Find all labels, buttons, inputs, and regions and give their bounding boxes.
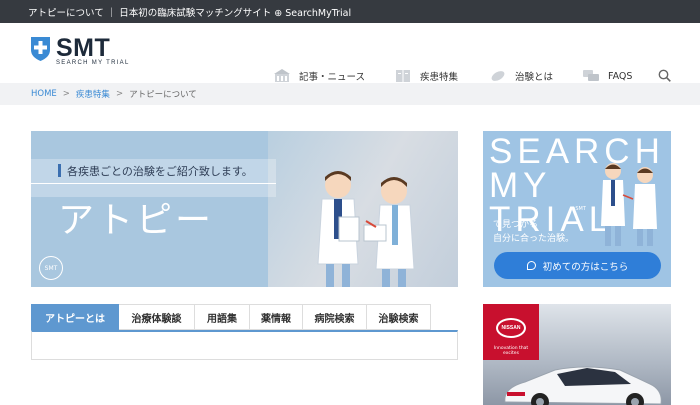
pill-icon bbox=[491, 71, 505, 81]
site-logo[interactable]: SMT SEARCH MY TRIAL bbox=[31, 34, 130, 66]
nav-item-about-trials[interactable]: 治験とは bbox=[490, 69, 553, 83]
doctor-left bbox=[317, 171, 360, 287]
nissan-tagline: Innovation that excites bbox=[493, 346, 529, 356]
car-image bbox=[504, 366, 662, 405]
logo-subtext: SEARCH MY TRIAL bbox=[56, 60, 130, 66]
top-bar-text: アトピーについて ｜ 日本初の臨床試験マッチングサイト ⊕ SearchMyTr… bbox=[28, 7, 352, 19]
building-icon bbox=[274, 69, 290, 82]
nav-item-faqs[interactable]: FAQS bbox=[583, 69, 632, 83]
breadcrumb-separator: > bbox=[62, 89, 70, 99]
hero-badge: SMT bbox=[39, 256, 63, 280]
hero-title: アトピー bbox=[58, 200, 215, 241]
tab-glossary[interactable]: 用語集 bbox=[195, 304, 250, 330]
shield-cross-icon bbox=[31, 37, 50, 61]
search-icon[interactable] bbox=[658, 69, 671, 82]
site-header: SMT SEARCH MY TRIAL 記事・ニュース 疾患特集 治験とは FA… bbox=[0, 23, 700, 83]
hero-subtitle: 各疾患ごとの治験をご紹介致します。 bbox=[67, 165, 253, 178]
hero-divider bbox=[31, 183, 276, 184]
banner-smt-mark: ◎SMT bbox=[571, 206, 586, 212]
tab-hospital-search[interactable]: 病院検索 bbox=[303, 304, 367, 330]
banner-copy-line1: で見つかる bbox=[493, 220, 539, 230]
doctors-illustration bbox=[317, 171, 415, 287]
banner-doctors-illustration bbox=[601, 163, 657, 246]
first-time-button[interactable]: 初めての方はこちら bbox=[494, 252, 661, 279]
nav-item-news[interactable]: 記事・ニュース bbox=[274, 69, 365, 83]
top-bar: アトピーについて ｜ 日本初の臨床試験マッチングサイト ⊕ SearchMyTr… bbox=[0, 0, 700, 23]
nissan-ad[interactable]: NISSAN Innovation that excites bbox=[483, 304, 671, 405]
tab-about-atopy[interactable]: アトピーとは bbox=[31, 304, 119, 330]
breadcrumb-separator: > bbox=[115, 89, 124, 99]
doctor-right bbox=[363, 177, 415, 287]
breadcrumb-disease-features[interactable]: 疾患特集 bbox=[76, 88, 110, 100]
logo-text: SMT bbox=[56, 34, 111, 62]
hero-accent-bar bbox=[58, 164, 61, 177]
hero-banner: 各疾患ごとの治験をご紹介致します。 アトピー SMT bbox=[31, 131, 458, 287]
first-time-button-label: 初めての方はこちら bbox=[542, 261, 629, 273]
nav-item-disease-features[interactable]: 疾患特集 bbox=[395, 69, 458, 83]
banner-copy: で見つかる 自分に合った治験。 bbox=[493, 218, 574, 246]
tab-row: アトピーとは 治療体験談 用語集 薬情報 病院検索 治験検索 bbox=[31, 304, 458, 330]
tab-panel bbox=[31, 330, 458, 360]
nav-label-disease-features: 疾患特集 bbox=[420, 72, 459, 83]
tab-treatment-stories[interactable]: 治療体験談 bbox=[119, 304, 195, 330]
banner-copy-line2: 自分に合った治験。 bbox=[493, 234, 575, 244]
breadcrumb-current: アトピーについて bbox=[129, 90, 197, 100]
nav-label-faqs: FAQS bbox=[608, 70, 633, 82]
chat-bubbles-icon bbox=[583, 70, 599, 81]
beginner-mark-icon bbox=[526, 261, 536, 270]
nav-label-about-trials: 治験とは bbox=[515, 72, 554, 83]
disease-tabs: アトピーとは 治療体験談 用語集 薬情報 病院検索 治験検索 bbox=[31, 304, 458, 405]
tab-trial-search[interactable]: 治験検索 bbox=[367, 304, 431, 330]
breadcrumb: HOME > 疾患特集 > アトピーについて bbox=[0, 83, 700, 105]
book-icon bbox=[396, 70, 410, 82]
tab-drug-info[interactable]: 薬情報 bbox=[250, 304, 303, 330]
nissan-logo: NISSAN bbox=[496, 318, 526, 338]
searchmytrial-banner[interactable]: SEARCH MY TRIAL ◎SMT で見つかる 自分に合った治験。 初めて… bbox=[483, 131, 671, 287]
breadcrumb-home[interactable]: HOME bbox=[31, 89, 57, 99]
nav-label-news: 記事・ニュース bbox=[299, 72, 366, 83]
